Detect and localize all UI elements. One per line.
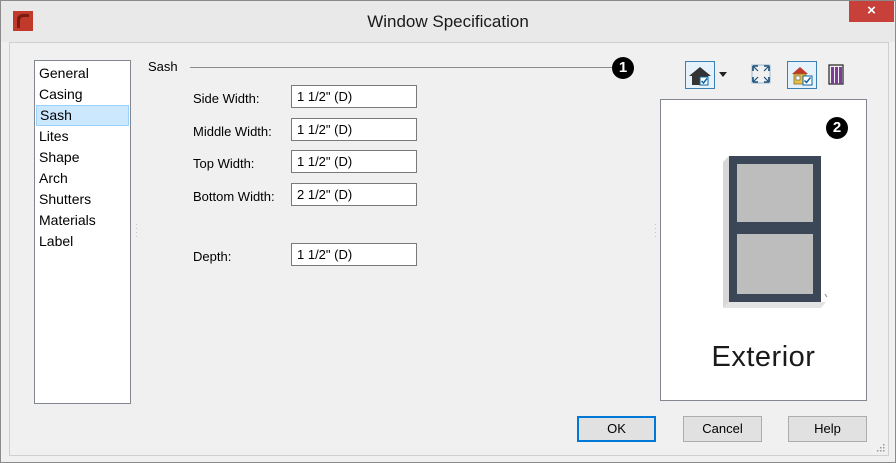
middle-width-field[interactable] xyxy=(291,118,417,141)
nav-item-general[interactable]: General xyxy=(36,63,129,84)
help-button[interactable]: Help xyxy=(788,416,867,442)
left-splitter-handle[interactable]: · · · · xyxy=(135,221,138,241)
middle-width-label: Middle Width: xyxy=(193,124,272,139)
window-specification-dialog: Window Specification × General Casing Sa… xyxy=(0,0,896,463)
close-button[interactable]: × xyxy=(849,1,894,22)
show-casing-button[interactable] xyxy=(822,61,852,89)
fit-to-window-icon xyxy=(751,64,771,84)
window-preview-image xyxy=(723,156,828,308)
title-bar[interactable]: Window Specification × xyxy=(1,1,895,42)
dialog-body: General Casing Sash Lites Shape Arch Shu… xyxy=(9,42,889,456)
view-mode-dropdown[interactable] xyxy=(716,61,730,89)
sash-group-label: Sash xyxy=(148,59,178,74)
side-width-label: Side Width: xyxy=(193,91,260,106)
nav-item-arch[interactable]: Arch xyxy=(36,168,129,189)
nav-item-casing[interactable]: Casing xyxy=(36,84,129,105)
category-list[interactable]: General Casing Sash Lites Shape Arch Shu… xyxy=(34,60,131,404)
nav-item-label[interactable]: Label xyxy=(36,231,129,252)
top-width-field[interactable] xyxy=(291,150,417,173)
dropdown-arrow-icon xyxy=(719,72,727,77)
show-exterior-button[interactable] xyxy=(787,61,817,89)
bottom-width-field[interactable] xyxy=(291,183,417,206)
callout-2: 2 xyxy=(826,117,848,139)
resize-grip-icon[interactable] xyxy=(875,442,885,452)
show-casing-icon xyxy=(828,64,844,85)
fit-to-window-button[interactable] xyxy=(747,61,777,89)
nav-item-sash[interactable]: Sash xyxy=(36,105,129,126)
preview-pane[interactable]: 2 Exterior xyxy=(660,99,867,401)
group-divider xyxy=(190,67,612,68)
depth-label: Depth: xyxy=(193,249,232,264)
show-exterior-icon xyxy=(792,67,813,86)
callout-1: 1 xyxy=(612,57,634,79)
ok-button[interactable]: OK xyxy=(577,416,656,442)
side-width-field[interactable] xyxy=(291,85,417,108)
nav-item-shape[interactable]: Shape xyxy=(36,147,129,168)
bottom-width-label: Bottom Width: xyxy=(193,189,275,204)
right-splitter-handle[interactable]: · · · · xyxy=(654,221,657,241)
cancel-button[interactable]: Cancel xyxy=(683,416,762,442)
nav-item-lites[interactable]: Lites xyxy=(36,126,129,147)
top-width-label: Top Width: xyxy=(193,156,255,171)
view-mode-button[interactable] xyxy=(685,61,715,89)
nav-item-materials[interactable]: Materials xyxy=(36,210,129,231)
window-title: Window Specification xyxy=(367,12,529,31)
depth-field[interactable] xyxy=(291,243,417,266)
nav-item-shutters[interactable]: Shutters xyxy=(36,189,129,210)
view-mode-icon xyxy=(689,67,711,86)
preview-caption: Exterior xyxy=(711,341,816,373)
